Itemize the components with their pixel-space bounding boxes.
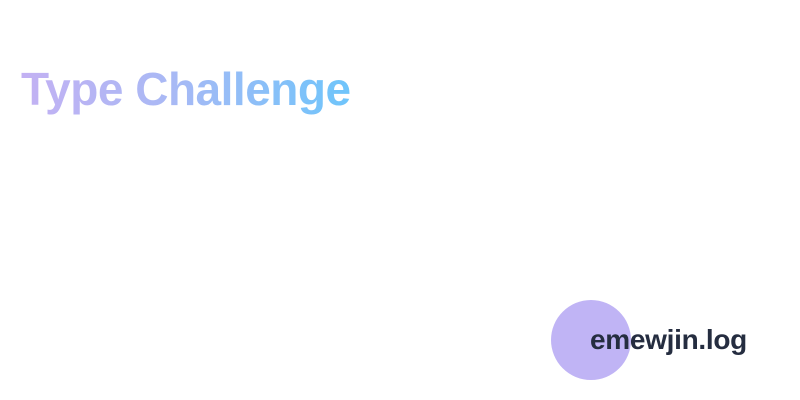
page-title: Type Challenge	[21, 62, 351, 117]
brand-name: emewjin.log	[590, 324, 747, 355]
brand-logo: emewjin.log	[551, 300, 791, 380]
